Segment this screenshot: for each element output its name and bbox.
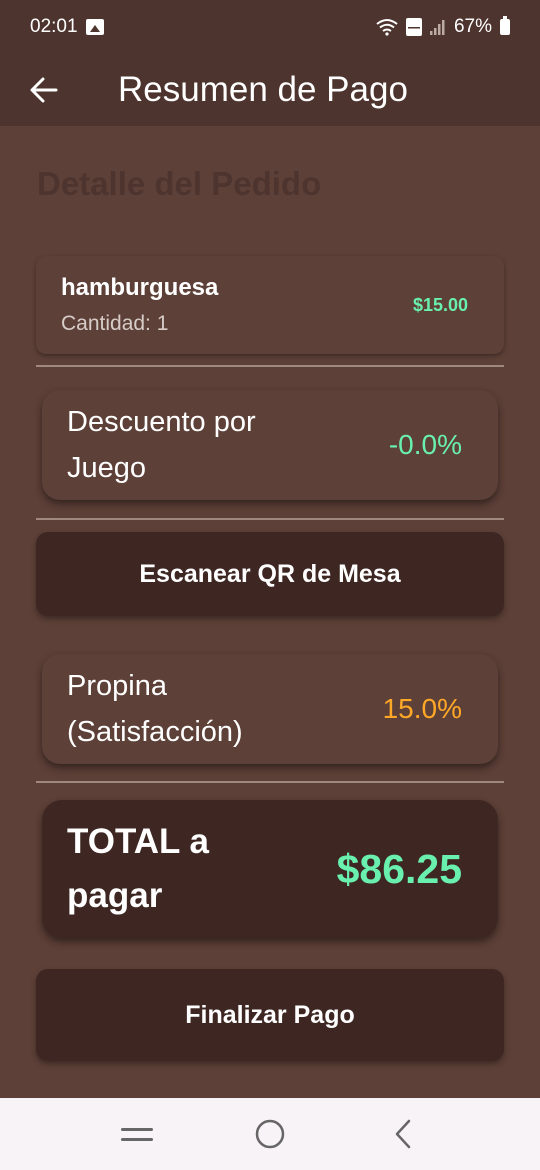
back-nav-button[interactable] [373,1104,433,1164]
divider [36,781,504,783]
status-right: 67% [376,16,510,38]
status-left: 02:01 [30,16,104,38]
tip-value: 15.0% [382,693,462,724]
order-item-name: hamburguesa [61,274,219,301]
recent-apps-button[interactable] [107,1104,167,1164]
finish-payment-button[interactable]: Finalizar Pago [36,969,504,1061]
order-item-quantity: Cantidad: 1 [61,312,169,335]
home-button[interactable] [240,1104,300,1164]
total-label: TOTAL a pagar [67,822,209,915]
volte-icon [405,18,422,36]
status-bar: 02:01 67% [0,0,540,54]
page-title: Resumen de Pago [118,70,408,109]
discount-value: -0.0% [388,429,462,460]
tip-label: Propina (Satisfacción) [67,670,243,748]
total-value: $86.25 [336,845,462,892]
battery-icon [500,16,510,35]
wifi-icon [376,19,398,36]
tip-card: Propina (Satisfacción) 15.0% [42,654,498,764]
menu-lines-icon [120,1128,153,1141]
order-item-info: hamburguesa Cantidad: 1 [61,274,218,336]
order-item-price: $15.00 [412,294,468,315]
scan-qr-button[interactable]: Escanear QR de Mesa [36,532,504,616]
section-title: Detalle del Pedido [37,165,322,202]
image-notification-icon [85,19,104,35]
app-bar: Resumen de Pago [0,54,540,126]
divider [36,365,504,367]
home-circle-icon [255,1119,285,1149]
order-item-card: hamburguesa Cantidad: 1 $15.00 [36,256,504,354]
divider [36,518,504,520]
back-button[interactable] [14,60,74,120]
discount-card: Descuento por Juego -0.0% [42,390,498,500]
arrow-left-icon [30,77,58,103]
signal-icon [429,20,445,35]
total-card: TOTAL a pagar $86.25 [42,800,498,938]
discount-label: Descuento por Juego [67,406,256,484]
status-time: 02:01 [30,16,78,37]
system-nav-bar [0,1098,540,1170]
chevron-left-icon [396,1119,411,1149]
battery-percent: 67% [453,16,492,37]
